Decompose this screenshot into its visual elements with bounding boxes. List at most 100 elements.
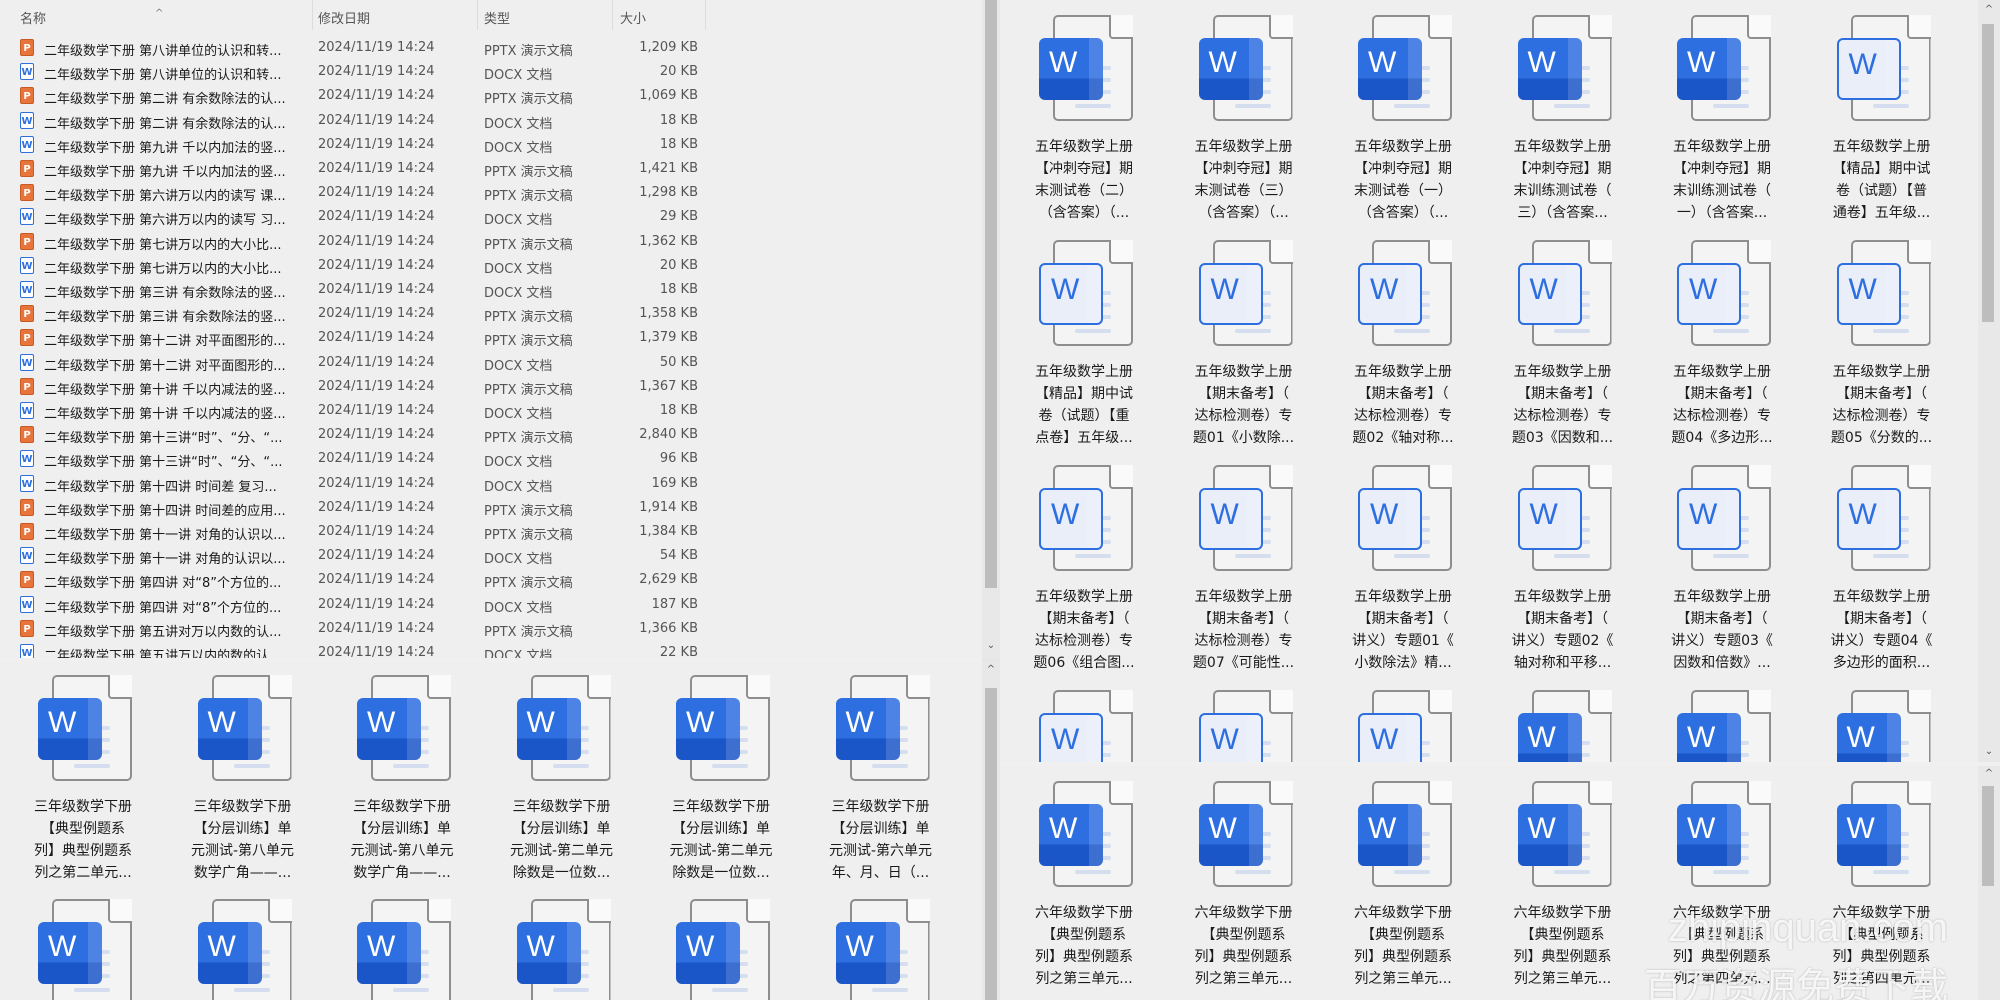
file-row[interactable]: P 二年级数学下册 第十二讲 对平面图形的... 2024/11/19 14:24 P… xyxy=(0,326,720,350)
right-grid-scrollbar-bottom[interactable]: ^ xyxy=(1978,766,2000,1000)
scrollbar-thumb[interactable] xyxy=(985,688,997,1000)
file-tile[interactable]: W 三年级数学下册 【典型例题系 列】典型例题系 列之第二单元... xyxy=(8,672,158,884)
scroll-down-icon[interactable]: ⌄ xyxy=(1978,744,2000,760)
file-tile[interactable]: W 五年级数学上册 【期末备考】（ 达标检测卷）专 题02《轴对称... xyxy=(1328,237,1478,449)
file-row[interactable]: P 二年级数学下册 第九讲 千以内加法的竖... 2024/11/19 14:24 P… xyxy=(0,157,720,181)
file-tile[interactable]: W 五年级数学上册 【精品】期中试 卷（试题）【重 点卷】五年级... xyxy=(1009,237,1159,449)
file-tile[interactable]: W xyxy=(327,896,477,1000)
column-header-name[interactable]: 名称 xyxy=(20,8,46,27)
file-tile[interactable]: W xyxy=(1328,687,1478,762)
scroll-up-icon[interactable]: ^ xyxy=(1978,2,2000,18)
file-row[interactable]: P 二年级数学下册 第三讲 有余数除法的竖... 2024/11/19 14:24 P… xyxy=(0,302,720,326)
file-row[interactable]: W 二年级数学下册 第十四讲 时间差 复习... 2024/11/19 14:24 D… xyxy=(0,472,720,496)
file-tile[interactable]: W 六年级数学下册 【典型例题系 列】典型例题系 列之第三单元... xyxy=(1488,778,1638,990)
column-divider[interactable] xyxy=(705,0,706,30)
file-tile[interactable]: W 三年级数学下册 【分层训练】单 元测试-第二单元 除数是一位数... xyxy=(487,672,637,884)
file-row[interactable]: W 二年级数学下册 第十讲 千以内减法的竖... 2024/11/19 14:24 D… xyxy=(0,399,720,423)
file-tile[interactable]: W 六年级数学下册 【典型例题系 列】典型例题系 列之第三单元... xyxy=(1328,778,1478,990)
file-tile[interactable]: W 五年级数学上册 【期末备考】（ 达标检测卷）专 题06《组合图... xyxy=(1009,462,1159,674)
file-tile[interactable]: W 三年级数学下册 【分层训练】单 元测试-第二单元 除数是一位数... xyxy=(646,672,796,884)
file-tile[interactable]: W 五年级数学上册 【期末备考】（ 讲义）专题04《 多边形的面积... xyxy=(1807,462,1957,674)
word-document-icon: W xyxy=(826,896,936,1000)
file-row[interactable]: P 二年级数学下册 第十四讲 时间差的应用... 2024/11/19 14:24 P… xyxy=(0,496,720,520)
file-tile[interactable]: W 六年级数学下册 【典型例题系 列】典型例题系 列之第四单元... xyxy=(1647,778,1797,990)
file-tile[interactable]: W 三年级数学下册 【分层训练】单 元测试-第八单元 数学广角——... xyxy=(168,672,318,884)
file-tile[interactable]: W 三年级数学下册 【分层训练】单 元测试-第八单元 数学广角——... xyxy=(327,672,477,884)
file-name: 二年级数学下册 第十四讲 时间差 复习... xyxy=(44,479,277,495)
file-row[interactable]: W 二年级数学下册 第十二讲 对平面图形的... 2024/11/19 14:24 D… xyxy=(0,351,720,375)
file-row[interactable]: P 二年级数学下册 第十讲 千以内减法的竖... 2024/11/19 14:24 P… xyxy=(0,375,720,399)
file-tile[interactable]: W 五年级数学上册 【期末备考】（ 达标检测卷）专 题03《因数和... xyxy=(1488,237,1638,449)
file-tile[interactable]: W xyxy=(806,896,956,1000)
column-divider[interactable] xyxy=(477,0,478,30)
file-tile[interactable]: W 五年级数学上册 【期末备考】（ 讲义）专题01《 小数除法》精... xyxy=(1328,462,1478,674)
left-grid-scrollbar[interactable]: ^ xyxy=(982,662,1000,1000)
scrollbar-thumb[interactable] xyxy=(985,0,997,588)
column-divider[interactable] xyxy=(312,0,313,30)
file-row[interactable]: W 二年级数学下册 第三讲 有余数除法的竖... 2024/11/19 14:24 D… xyxy=(0,278,720,302)
file-row[interactable]: W 二年级数学下册 第六讲万以内的读写 习... 2024/11/19 14:24 D… xyxy=(0,205,720,229)
file-tile[interactable]: W 五年级数学上册 【冲刺夺冠】期 末测试卷（三） （含答案）（... xyxy=(1169,12,1319,224)
file-tile[interactable]: W 三年级数学下册 【分层训练】单 元测试-第六单元 年、月、日（... xyxy=(806,672,956,884)
scrollbar-thumb[interactable] xyxy=(1982,24,1994,322)
file-row[interactable]: P 二年级数学下册 第五讲对万以内数的认... 2024/11/19 14:24 PP… xyxy=(0,617,720,641)
column-divider[interactable] xyxy=(612,0,613,30)
file-tile[interactable]: W xyxy=(1009,687,1159,762)
file-row[interactable]: P 二年级数学下册 第七讲万以内的大小比... 2024/11/19 14:24 PP… xyxy=(0,230,720,254)
file-tile[interactable]: W 五年级数学上册 【期末备考】（ 达标检测卷）专 题05《分数的... xyxy=(1807,237,1957,449)
file-tile[interactable]: W xyxy=(168,896,318,1000)
file-row[interactable]: P 二年级数学下册 第四讲 对“8”个方位的... 2024/11/19 14:24… xyxy=(0,568,720,592)
file-tile[interactable]: W xyxy=(1807,687,1957,762)
file-tile[interactable]: W xyxy=(646,896,796,1000)
file-label-line: 年、月、日（... xyxy=(831,865,930,881)
file-size: 18 KB xyxy=(659,403,698,418)
file-tile[interactable]: W 五年级数学上册 【期末备考】（ 讲义）专题02《 轴对称和平移... xyxy=(1488,462,1638,674)
file-row[interactable]: W 二年级数学下册 第八讲单位的认识和转... 2024/11/19 14:24 DO… xyxy=(0,60,720,84)
file-label-line: 六年级数学下册 xyxy=(1513,905,1612,921)
file-tile[interactable]: W 五年级数学上册 【期末备考】（ 讲义）专题03《 因数和倍数》... xyxy=(1647,462,1797,674)
file-tile[interactable]: W 六年级数学下册 【典型例题系 列】典型例题系 列之第三单元... xyxy=(1009,778,1159,990)
scroll-up-icon[interactable]: ^ xyxy=(982,662,1000,678)
file-row[interactable]: P 二年级数学下册 第六讲万以内的读写 课... 2024/11/19 14:24 P… xyxy=(0,181,720,205)
file-tile[interactable]: W 五年级数学上册 【冲刺夺冠】期 末测试卷（一） （含答案）（... xyxy=(1328,12,1478,224)
file-row[interactable]: W 二年级数学下册 第十三讲“时”、“分、“... 2024/11/19 14:24… xyxy=(0,447,720,471)
file-label-line: 【分层训练】单 xyxy=(353,821,451,837)
file-row[interactable]: W 二年级数学下册 第五讲万以内的数的认... 2024/11/19 14:24 DO… xyxy=(0,641,720,658)
file-tile[interactable]: W 五年级数学上册 【精品】期中试 卷（试题）【普 通卷】五年级... xyxy=(1807,12,1957,224)
file-tile[interactable]: W xyxy=(8,896,158,1000)
file-tile[interactable]: W 六年级数学下册 【典型例题系 列】典型例题系 列之第三单元... xyxy=(1169,778,1319,990)
file-tile[interactable]: W 五年级数学上册 【期末备考】（ 达标检测卷）专 题07《可能性... xyxy=(1169,462,1319,674)
file-tile[interactable]: W xyxy=(1488,687,1638,762)
file-tile[interactable]: W 五年级数学上册 【期末备考】（ 达标检测卷）专 题01《小数除... xyxy=(1169,237,1319,449)
file-tile[interactable]: W xyxy=(1169,687,1319,762)
scroll-up-icon[interactable]: ^ xyxy=(1978,766,2000,782)
file-tile[interactable]: W xyxy=(487,896,637,1000)
file-tile[interactable]: W 六年级数学下册 【典型例题系 列】典型例题系 列之第四单元... xyxy=(1807,778,1957,990)
scrollbar-thumb[interactable] xyxy=(1982,786,1994,886)
file-row[interactable]: P 二年级数学下册 第二讲 有余数除法的认... 2024/11/19 14:24 P… xyxy=(0,84,720,108)
file-tile[interactable]: W 五年级数学上册 【冲刺夺冠】期 末训练测试卷（ 一）（含答案... xyxy=(1647,12,1797,224)
right-grid-scrollbar-top[interactable]: ^ ⌄ xyxy=(1978,0,2000,762)
file-tile[interactable]: W 五年级数学上册 【冲刺夺冠】期 末训练测试卷（ 三）（含答案... xyxy=(1488,12,1638,224)
list-scrollbar[interactable]: ⌄ xyxy=(982,0,1000,658)
file-label: 六年级数学下册 【典型例题系 列】典型例题系 列之第四单元... xyxy=(1647,902,1797,990)
file-label-line: 【冲刺夺冠】期 xyxy=(1513,161,1612,177)
word-document-icon: W xyxy=(1348,778,1458,890)
file-row[interactable]: P 二年级数学下册 第十三讲“时”、“分、“... 2024/11/19 14:24… xyxy=(0,423,720,447)
column-header-date[interactable]: 修改日期 xyxy=(318,8,370,27)
file-tile[interactable]: W xyxy=(1647,687,1797,762)
scroll-down-icon[interactable]: ⌄ xyxy=(982,638,1000,654)
powerpoint-file-icon: P xyxy=(20,329,34,347)
file-type: PPTX 演示文稿 xyxy=(484,44,573,59)
file-row[interactable]: W 二年级数学下册 第十一讲 对角的认识以... 2024/11/19 14:24 D… xyxy=(0,544,720,568)
file-row[interactable]: W 二年级数学下册 第二讲 有余数除法的认... 2024/11/19 14:24 D… xyxy=(0,109,720,133)
column-header-type[interactable]: 类型 xyxy=(484,8,510,27)
file-row[interactable]: W 二年级数学下册 第九讲 千以内加法的竖... 2024/11/19 14:24 D… xyxy=(0,133,720,157)
column-header-size[interactable]: 大小 xyxy=(620,8,646,27)
file-row[interactable]: W 二年级数学下册 第四讲 对“8”个方位的... 2024/11/19 14:24… xyxy=(0,593,720,617)
file-row[interactable]: W 二年级数学下册 第七讲万以内的大小比... 2024/11/19 14:24 DO… xyxy=(0,254,720,278)
file-tile[interactable]: W 五年级数学上册 【冲刺夺冠】期 末测试卷（二） （含答案）（... xyxy=(1009,12,1159,224)
file-row[interactable]: P 二年级数学下册 第八讲单位的认识和转... 2024/11/19 14:24 PP… xyxy=(0,36,720,60)
file-tile[interactable]: W 五年级数学上册 【期末备考】（ 达标检测卷）专 题04《多边形... xyxy=(1647,237,1797,449)
file-row[interactable]: P 二年级数学下册 第十一讲 对角的认识以... 2024/11/19 14:24 P… xyxy=(0,520,720,544)
